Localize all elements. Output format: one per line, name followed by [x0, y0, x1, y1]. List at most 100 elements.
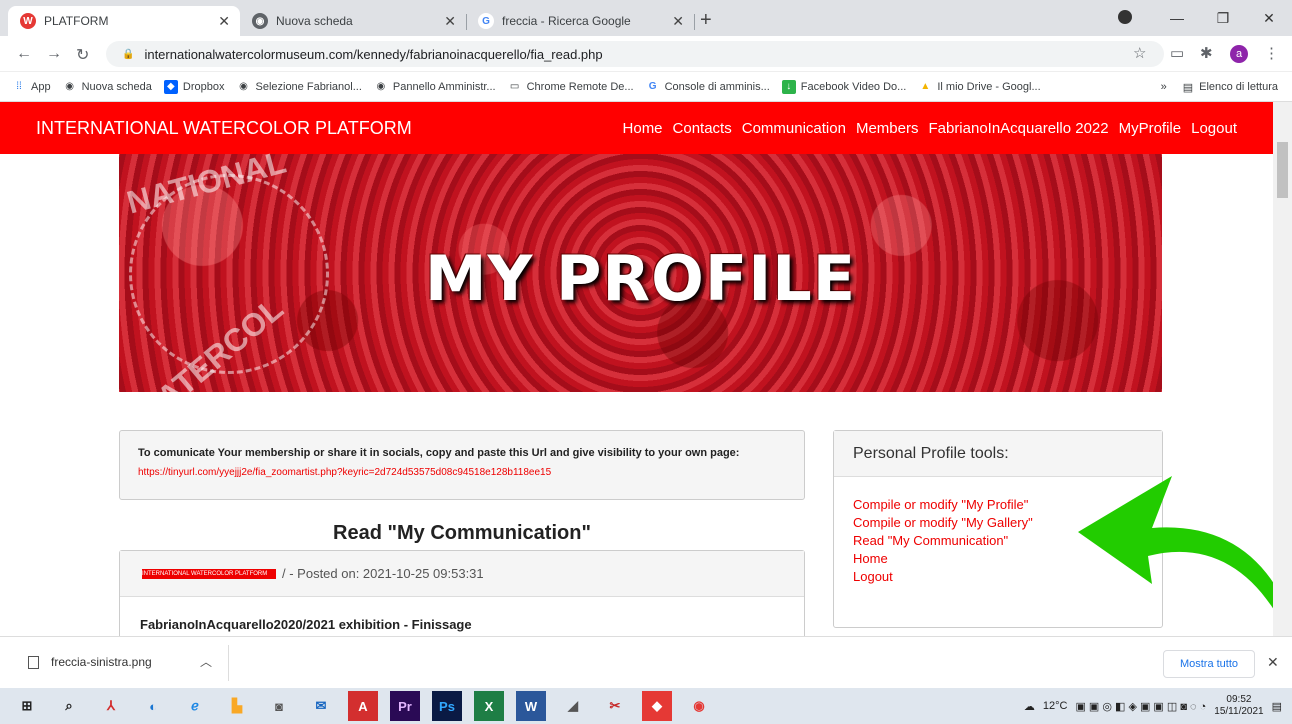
tab-platform[interactable]: W PLATFORM ✕ [8, 6, 240, 36]
premiere-icon[interactable]: Pr [390, 691, 420, 721]
tab-search-icon[interactable] [1118, 10, 1132, 24]
file-explorer-icon[interactable]: ▙ [222, 691, 252, 721]
bookmark-star-icon[interactable]: ☆ [1133, 44, 1146, 62]
post-badge: INTERNATIONAL WATERCOLOR PLATFORM [142, 568, 276, 579]
bookmarks-overflow-button[interactable]: » [1161, 81, 1167, 93]
bookmark-selezione[interactable]: ◉ Selezione Fabrianol... [236, 80, 362, 94]
address-toolbar: ← → ↻ 🔒 internationalwatercolormuseum.co… [0, 36, 1292, 72]
back-icon[interactable]: ← [16, 45, 32, 63]
post-meta: / - Posted on: 2021-10-25 09:53:31 [282, 566, 484, 581]
globe-icon: ◉ [376, 81, 386, 92]
acrobat-icon[interactable]: ⅄ [96, 691, 126, 721]
bookmark-google-drive[interactable]: ▲ Il mio Drive - Googl... [918, 80, 1040, 94]
bookmark-apps[interactable]: ⁞⁞ App [12, 80, 50, 94]
pdf-icon[interactable]: A [348, 691, 378, 721]
nav-myprofile[interactable]: MyProfile [1119, 120, 1182, 137]
close-tab-icon[interactable]: ✕ [444, 13, 456, 30]
read-communication-title: Read "My Communication" [333, 522, 591, 544]
bookmarks-bar: ⁞⁞ App ◉ Nuova scheda ◆ Dropbox ◉ Selezione … [0, 72, 1292, 102]
close-tab-icon[interactable]: ✕ [672, 13, 684, 30]
ie-icon[interactable]: ℯ [180, 691, 210, 721]
bookmark-chrome-remote[interactable]: ▭ Chrome Remote De... [508, 80, 634, 94]
apps-grid-icon: ⁞⁞ [16, 81, 22, 92]
tab-label: Nuova scheda [276, 14, 353, 28]
communication-post: INTERNATIONAL WATERCOLOR PLATFORM / - Po… [119, 550, 805, 636]
nav-logout[interactable]: Logout [1191, 120, 1237, 137]
edge-icon[interactable]: ◐ [138, 691, 168, 721]
clock-time: 09:52 [1226, 694, 1252, 705]
site-navbar: INTERNATIONAL WATERCOLOR PLATFORM Home C… [0, 102, 1273, 154]
chevron-up-icon[interactable]: ︿ [200, 653, 212, 670]
snip-icon[interactable]: ✂ [600, 691, 630, 721]
windows-start-icon[interactable]: ⊞ [12, 691, 42, 721]
nav-fabriano[interactable]: FabrianoInAcquarello 2022 [928, 120, 1108, 137]
share-notice: To comunicate Your membership or share i… [119, 430, 805, 500]
globe-icon: ◉ [252, 13, 268, 29]
tab-new-tab[interactable]: ◉ Nuova scheda ✕ [240, 6, 467, 36]
reload-icon[interactable]: ↻ [76, 45, 89, 65]
temperature[interactable]: 12°C [1043, 700, 1068, 712]
nav-home[interactable]: Home [623, 120, 663, 137]
anydesk-icon[interactable]: ◆ [642, 691, 672, 721]
site-brand[interactable]: INTERNATIONAL WATERCOLOR PLATFORM [36, 118, 412, 139]
tab-label: PLATFORM [44, 14, 109, 28]
download-item[interactable]: freccia-sinistra.png [28, 655, 152, 669]
bookmark-console[interactable]: G Console di amminis... [646, 80, 770, 94]
excel-icon[interactable]: X [474, 691, 504, 721]
restore-icon[interactable]: ❐ [1200, 0, 1246, 36]
google-icon: G [478, 13, 494, 29]
bookmark-facebook-video[interactable]: ↓ Facebook Video Do... [781, 79, 906, 94]
share-link[interactable]: https://tinyurl.com/yyejjj2e/fia_zoomart… [138, 467, 786, 478]
minimize-icon[interactable]: — [1154, 0, 1200, 36]
app-icon[interactable]: ◢ [558, 691, 588, 721]
scrollbar-thumb[interactable] [1277, 142, 1288, 198]
globe-icon: ◉ [65, 81, 74, 92]
notice-text: To comunicate Your membership or share i… [138, 447, 740, 459]
google-icon: G [648, 81, 657, 92]
close-tab-icon[interactable]: ✕ [218, 13, 230, 30]
post-title: FabrianoInAcquarello2020/2021 exhibition… [140, 617, 472, 632]
lock-icon: 🔒 [122, 48, 135, 60]
notifications-icon[interactable]: ▤ [1272, 700, 1282, 713]
search-icon[interactable]: ⌕ [54, 691, 84, 721]
close-downloads-icon[interactable]: ✕ [1267, 654, 1279, 671]
download-icon: ↓ [781, 79, 796, 94]
downloads-bar: freccia-sinistra.png ︿ Mostra tutto ✕ [0, 636, 1292, 688]
drive-icon: ▲ [920, 81, 931, 92]
photoshop-icon[interactable]: Ps [432, 691, 462, 721]
bookmark-dropbox[interactable]: ◆ Dropbox [163, 79, 224, 94]
browser-tab-bar: W PLATFORM ✕ ◉ Nuova scheda ✕ G freccia … [0, 0, 1292, 36]
forward-icon[interactable]: → [46, 45, 62, 63]
windows-taskbar: ⊞ ⌕ ⅄ ◐ ℯ ▙ ◙ ✉ A Pr Ps X W ◢ ✂ ◆ ◉ ☁ 12… [0, 688, 1292, 724]
clock[interactable]: 09:52 15/11/2021 [1214, 694, 1263, 718]
url-text: internationalwatercolormuseum.com/kenned… [144, 46, 603, 62]
reading-list-icon: ▤ [1182, 81, 1194, 94]
profile-avatar[interactable]: a [1230, 45, 1248, 63]
nav-members[interactable]: Members [856, 120, 919, 137]
chrome-icon[interactable]: ◉ [684, 691, 714, 721]
reading-list-button[interactable]: Elenco di lettura [1199, 81, 1278, 93]
cast-icon[interactable]: ▭ [1170, 44, 1184, 62]
url-bar[interactable]: 🔒 internationalwatercolormuseum.com/kenn… [106, 41, 1164, 67]
nav-communication[interactable]: Communication [742, 120, 846, 137]
window-controls: — ❐ ✕ [1154, 0, 1292, 36]
bookmark-pannello[interactable]: ◉ Pannello Amministr... [374, 80, 496, 94]
tab-google-search[interactable]: G freccia - Ricerca Google ✕ [466, 6, 695, 36]
page-scrollbar[interactable] [1273, 102, 1292, 636]
bookmark-nuova-scheda[interactable]: ◉ Nuova scheda [63, 80, 152, 94]
system-tray: ☁ 12°C ▣ ▣ ◎ ◧ ◈ ▣ ▣ ◫ ◙ ◌ ◔ 09:52 15/11… [1024, 688, 1282, 724]
new-tab-button[interactable]: + [700, 9, 712, 32]
mail-icon[interactable]: ✉ [306, 691, 336, 721]
download-filename: freccia-sinistra.png [51, 655, 152, 669]
extensions-icon[interactable]: ✱ [1200, 44, 1213, 62]
show-all-button[interactable]: Mostra tutto [1163, 650, 1255, 678]
site-nav: Home Contacts Communication Members Fabr… [623, 120, 1237, 137]
platform-favicon-icon: W [20, 13, 36, 29]
word-icon[interactable]: W [516, 691, 546, 721]
tray-icons[interactable]: ▣ ▣ ◎ ◧ ◈ ▣ ▣ ◫ ◙ ◌ ◔ [1075, 700, 1206, 713]
nav-contacts[interactable]: Contacts [673, 120, 732, 137]
close-window-icon[interactable]: ✕ [1246, 0, 1292, 36]
green-arrow-icon [1078, 476, 1292, 644]
camera-icon[interactable]: ◙ [264, 691, 294, 721]
menu-icon[interactable]: ⋮ [1264, 44, 1279, 62]
